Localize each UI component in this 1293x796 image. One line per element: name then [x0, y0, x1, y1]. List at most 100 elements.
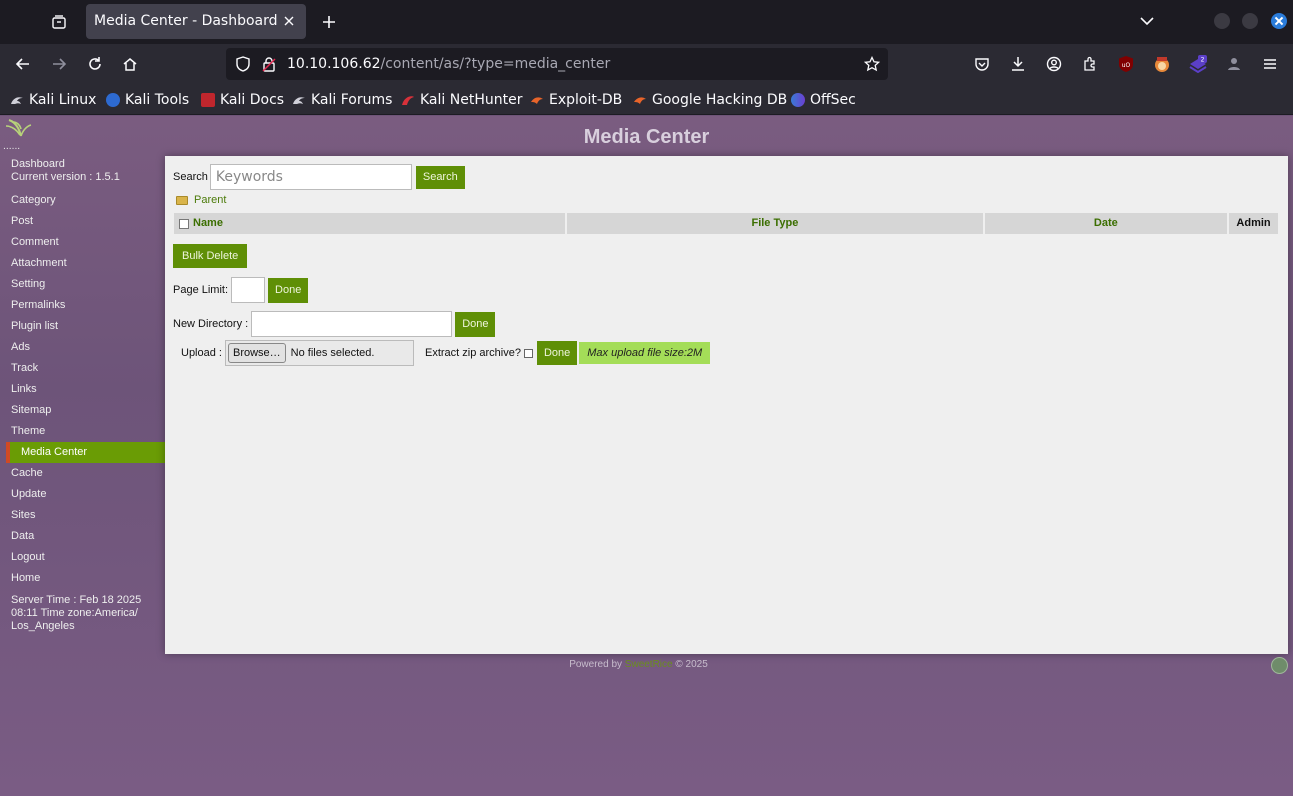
parent-link[interactable]: Parent — [176, 194, 226, 206]
sidebar-item-setting[interactable]: Setting — [0, 274, 165, 295]
admin-sidebar: Dashboard Current version : 1.5.1 Catego… — [0, 158, 165, 633]
page-limit-form: Page Limit: Done — [173, 277, 309, 303]
home-icon[interactable] — [119, 53, 141, 75]
sidebar-item-ads[interactable]: Ads — [0, 337, 165, 358]
sidebar-item-logout[interactable]: Logout — [0, 547, 165, 568]
no-file-text: No files selected. — [290, 347, 375, 359]
back-arrow-icon[interactable] — [12, 53, 34, 75]
new-tab-icon[interactable] — [318, 11, 340, 33]
new-directory-done-button[interactable]: Done — [455, 311, 496, 337]
page-content: ...... Media Center Dashboard Current ve… — [0, 116, 1293, 796]
extract-zip-label: Extract zip archive? — [424, 347, 521, 359]
bookmark-kali-docs[interactable]: Kali Docs — [201, 91, 284, 109]
browse-button[interactable]: Browse… — [227, 343, 286, 363]
sidebar-item-plugin-list[interactable]: Plugin list — [0, 316, 165, 337]
scroll-to-top-button[interactable] — [1271, 657, 1288, 674]
powered-by-text: Powered by — [569, 659, 623, 670]
bookmark-offsec[interactable]: OffSec — [791, 91, 856, 109]
url-bar[interactable]: 10.10.106.62/content/as/?type=media_cent… — [226, 48, 888, 80]
column-name[interactable]: Name — [174, 213, 566, 234]
navigation-toolbar: 10.10.106.62/content/as/?type=media_cent… — [0, 44, 1293, 84]
sidebar-item-cache[interactable]: Cache — [0, 463, 165, 484]
bookmark-google-hacking-db[interactable]: Google Hacking DB — [633, 91, 787, 109]
sidebar-item-track[interactable]: Track — [0, 358, 165, 379]
tracking-protection-shield-icon[interactable] — [234, 55, 252, 73]
kali-docs-icon — [201, 93, 215, 107]
upload-done-button[interactable]: Done — [536, 341, 578, 365]
sidebar-item-comment[interactable]: Comment — [0, 232, 165, 253]
media-center-panel: Search Search Parent Name File Type Date… — [165, 156, 1288, 654]
page-title: Media Center — [583, 126, 710, 148]
maximize-window-button[interactable] — [1242, 13, 1258, 29]
bookmark-label: OffSec — [810, 92, 856, 108]
bookmark-label: Kali Linux — [29, 92, 97, 108]
max-upload-notice: Max upload file size:2M — [579, 342, 711, 364]
minimize-window-button[interactable] — [1214, 13, 1230, 29]
select-all-checkbox[interactable] — [179, 218, 189, 229]
sidebar-item-sitemap[interactable]: Sitemap — [0, 400, 165, 421]
sidebar-item-permalinks[interactable]: Permalinks — [0, 295, 165, 316]
copyright-text: © 2025 — [675, 659, 708, 670]
sidebar-item-links[interactable]: Links — [0, 379, 165, 400]
search-button[interactable]: Search — [415, 165, 465, 189]
close-tab-icon[interactable] — [280, 12, 298, 30]
bookmark-label: Kali Tools — [125, 92, 190, 108]
bookmark-kali-linux[interactable]: Kali Linux — [10, 91, 96, 109]
column-date[interactable]: Date — [984, 213, 1228, 234]
column-name-label: Name — [193, 217, 223, 229]
column-file-type[interactable]: File Type — [567, 213, 983, 234]
bookmark-kali-forums[interactable]: Kali Forums — [292, 91, 392, 109]
sidebar-header: Dashboard Current version : 1.5.1 — [0, 158, 165, 184]
sidebar-item-post[interactable]: Post — [0, 211, 165, 232]
new-directory-input[interactable] — [251, 311, 453, 337]
sidebar-item-media-center[interactable]: Media Center — [6, 442, 165, 463]
browser-tab[interactable]: Media Center - Dashboard — [86, 4, 306, 39]
chevron-down-icon[interactable] — [1138, 12, 1156, 30]
reload-icon[interactable] — [84, 53, 106, 75]
bookmark-label: Google Hacking DB — [652, 92, 788, 108]
downloads-icon[interactable] — [1007, 53, 1029, 75]
file-input[interactable]: Browse… No files selected. — [224, 340, 414, 366]
sidebar-item-sites[interactable]: Sites — [0, 505, 165, 526]
page-limit-done-button[interactable]: Done — [268, 277, 309, 303]
tab-list-icon[interactable] — [47, 10, 71, 34]
close-window-button[interactable] — [1271, 13, 1287, 29]
extract-zip-checkbox[interactable] — [523, 348, 533, 358]
footer: Powered by SweetRice © 2025 — [0, 659, 1277, 670]
kali-dragon-icon — [10, 93, 24, 107]
sidebar-item-theme[interactable]: Theme — [0, 421, 165, 442]
sidebar-item-update[interactable]: Update — [0, 484, 165, 505]
bookmark-kali-tools[interactable]: Kali Tools — [106, 91, 189, 109]
bookmark-exploit-db[interactable]: Exploit-DB — [530, 91, 622, 109]
account-icon[interactable] — [1043, 53, 1065, 75]
ublock-origin-icon[interactable]: uO — [1115, 53, 1137, 75]
bookmark-star-icon[interactable] — [863, 55, 881, 73]
bulk-delete-button[interactable]: Bulk Delete — [173, 244, 248, 268]
foxyproxy-icon[interactable] — [1151, 53, 1173, 75]
pocket-icon[interactable] — [971, 53, 993, 75]
bookmark-label: Exploit-DB — [549, 92, 623, 108]
search-label: Search — [173, 171, 208, 183]
page-limit-input[interactable] — [231, 277, 266, 303]
sidebar-item-data[interactable]: Data — [0, 526, 165, 547]
search-input[interactable] — [209, 164, 412, 190]
sidebar-item-dashboard[interactable]: Dashboard — [11, 158, 165, 171]
hamburger-menu-icon[interactable] — [1259, 53, 1281, 75]
insecure-lock-icon[interactable] — [260, 55, 278, 73]
sidebar-item-category[interactable]: Category — [0, 190, 165, 211]
bookmark-label: Kali Docs — [220, 92, 285, 108]
page-limit-label: Page Limit: — [173, 284, 229, 296]
url-host: 10.10.106.62 — [287, 56, 381, 72]
extensions-puzzle-icon[interactable] — [1079, 53, 1101, 75]
url-path: /content/as/?type=media_center — [380, 56, 611, 72]
bookmark-label: Kali NetHunter — [420, 92, 523, 108]
sidebar-item-home[interactable]: Home — [0, 568, 165, 589]
forward-arrow-icon[interactable] — [48, 53, 70, 75]
brand-link[interactable]: SweetRice — [625, 659, 673, 670]
offsec-icon — [791, 93, 805, 107]
sidebar-item-attachment[interactable]: Attachment — [0, 253, 165, 274]
wappalyzer-icon[interactable]: 2 — [1187, 53, 1209, 75]
extension-icon[interactable] — [1223, 53, 1245, 75]
bookmark-kali-nethunter[interactable]: Kali NetHunter — [401, 91, 522, 109]
upload-label: Upload : — [181, 347, 222, 359]
